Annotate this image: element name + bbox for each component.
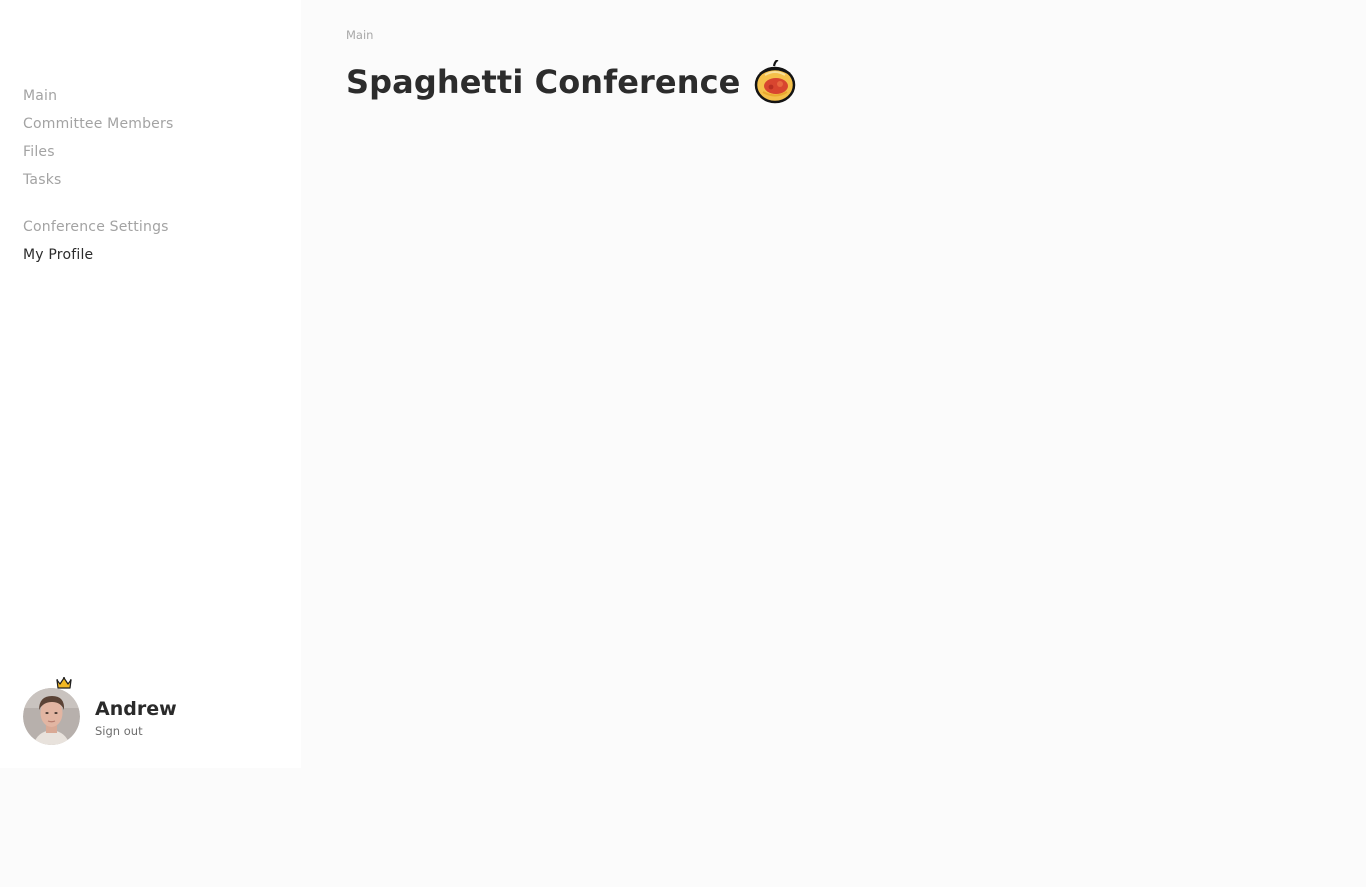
breadcrumb[interactable]: Main — [346, 28, 373, 42]
sidebar-item-main[interactable]: Main — [23, 82, 173, 110]
sidebar-item-tasks[interactable]: Tasks — [23, 166, 173, 194]
sidebar-item-committee-members[interactable]: Committee Members — [23, 110, 173, 138]
nav-group-secondary: Conference Settings My Profile — [23, 213, 173, 269]
spaghetti-icon — [755, 60, 796, 104]
avatar[interactable] — [23, 688, 80, 745]
title-row: Spaghetti Conference — [346, 60, 796, 104]
user-profile: Andrew Sign out — [23, 676, 283, 748]
sidebar: Main Committee Members Files Tasks Confe… — [0, 0, 301, 768]
crown-icon — [56, 677, 72, 689]
sidebar-item-files[interactable]: Files — [23, 138, 173, 166]
sidebar-nav: Main Committee Members Files Tasks Confe… — [23, 82, 173, 269]
sidebar-item-conference-settings[interactable]: Conference Settings — [23, 213, 173, 241]
nav-group-primary: Main Committee Members Files Tasks — [23, 82, 173, 194]
page-title: Spaghetti Conference — [346, 63, 741, 101]
sign-out-link[interactable]: Sign out — [95, 724, 143, 738]
avatar-photo — [23, 688, 80, 745]
sidebar-item-my-profile[interactable]: My Profile — [23, 241, 173, 269]
user-name: Andrew — [95, 698, 177, 720]
